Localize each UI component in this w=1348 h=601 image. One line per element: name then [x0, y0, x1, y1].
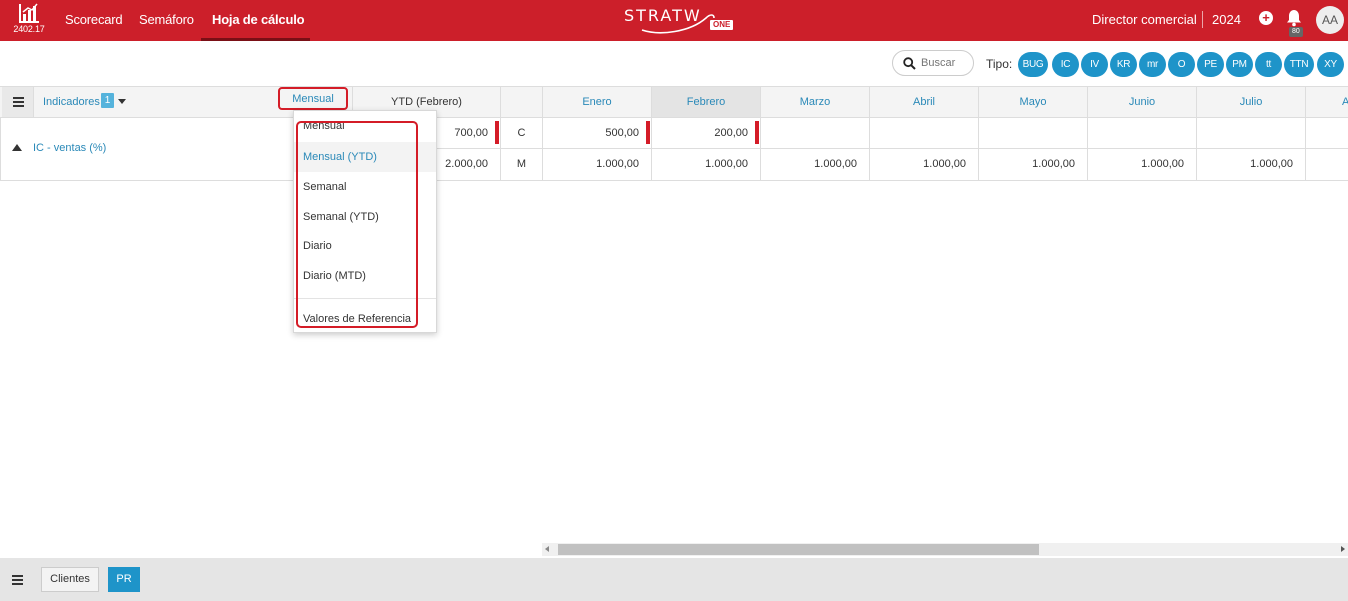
dropdown-item-mensual[interactable]: Mensual — [294, 112, 436, 142]
dropdown-item-diario[interactable]: Diario — [294, 231, 436, 261]
bottom-bar: Clientes PR — [0, 558, 1348, 601]
nav-semaforo[interactable]: Semáforo — [139, 0, 194, 41]
type-chip-xy[interactable]: XY — [1317, 52, 1344, 77]
sheet-tab-pr[interactable]: PR — [108, 567, 140, 592]
cell-julio[interactable] — [1196, 118, 1305, 149]
plus-circle-icon[interactable]: + — [1259, 11, 1273, 25]
brand-one-badge: ONE — [710, 20, 734, 30]
brand-swoosh-icon — [641, 14, 715, 34]
type-chip-ttn[interactable]: TTN — [1284, 52, 1314, 77]
year-selector[interactable]: 2024 — [1212, 12, 1241, 27]
cell-code: M — [500, 149, 542, 180]
dropdown-item-semanal[interactable]: Semanal — [294, 172, 436, 202]
nav-hoja-de-calculo[interactable]: Hoja de cálculo — [201, 0, 310, 41]
cell-abril[interactable] — [869, 118, 978, 149]
nav-scorecard[interactable]: Scorecard — [65, 0, 123, 41]
status-flag — [755, 121, 759, 144]
type-chip-pm[interactable]: PM — [1226, 52, 1253, 77]
dropdown-item-diario-mtd[interactable]: Diario (MTD) — [294, 261, 436, 291]
app-version: 2402.17 — [13, 24, 45, 34]
col-head-code — [500, 87, 542, 117]
search-input[interactable] — [921, 55, 969, 71]
col-head-julio[interactable]: Julio — [1196, 87, 1305, 117]
user-role[interactable]: Director comercial — [1092, 12, 1197, 27]
dropdown-separator — [294, 298, 436, 299]
top-bar: 2402.17 Scorecard Semáforo Hoja de cálcu… — [0, 0, 1348, 41]
period-selector[interactable]: Mensual — [278, 87, 348, 110]
col-head-abril[interactable]: Abril — [869, 87, 978, 117]
user-avatar[interactable]: AA — [1316, 6, 1344, 34]
dropdown-item-valores-de-referencia[interactable]: Valores de Referencia — [294, 304, 436, 334]
scroll-left-arrow-icon[interactable] — [545, 546, 549, 552]
type-chip-tt[interactable]: tt — [1255, 52, 1282, 77]
type-chip-pe[interactable]: PE — [1197, 52, 1224, 77]
sheet-tab-clientes[interactable]: Clientes — [41, 567, 99, 592]
scrollbar-thumb[interactable] — [558, 544, 1039, 555]
col-head-enero[interactable]: Enero — [542, 87, 651, 117]
grid-left-border — [0, 118, 1, 180]
status-flag — [646, 121, 650, 144]
dropdown-item-mensual-ytd[interactable]: Mensual (YTD) — [294, 142, 436, 172]
cell-code: C — [500, 118, 542, 149]
cell-junio[interactable]: 1.000,00 — [1087, 149, 1196, 180]
header-divider — [1202, 11, 1203, 28]
cell-junio[interactable] — [1087, 118, 1196, 149]
cell-agosto[interactable] — [1305, 149, 1348, 180]
search-box[interactable] — [892, 50, 974, 76]
status-flag — [495, 121, 499, 144]
col-head-junio[interactable]: Junio — [1087, 87, 1196, 117]
cell-marzo[interactable]: 1.000,00 — [760, 149, 869, 180]
scroll-right-arrow-icon[interactable] — [1341, 546, 1345, 552]
cell-abril[interactable]: 1.000,00 — [869, 149, 978, 180]
bell-icon[interactable] — [1286, 9, 1302, 27]
type-chip-o[interactable]: O — [1168, 52, 1195, 77]
cell-marzo[interactable] — [760, 118, 869, 149]
cell-enero[interactable]: 500,00 — [542, 118, 651, 149]
grid-menu-button[interactable] — [2, 87, 34, 117]
period-dropdown-menu: Mensual Mensual (YTD) Semanal Semanal (Y… — [293, 110, 437, 333]
search-icon — [903, 57, 916, 70]
horizontal-scrollbar[interactable] — [542, 543, 1348, 556]
tipo-label: Tipo: — [986, 57, 1013, 71]
cell-julio[interactable]: 1.000,00 — [1196, 149, 1305, 180]
caret-down-icon[interactable] — [118, 99, 126, 104]
cell-febrero[interactable]: 1.000,00 — [651, 149, 760, 180]
indicators-count-badge: 1 — [101, 93, 114, 108]
type-chip-bug[interactable]: BUG — [1018, 52, 1048, 77]
cell-enero[interactable]: 1.000,00 — [542, 149, 651, 180]
col-head-marzo[interactable]: Marzo — [760, 87, 869, 117]
row-separator — [0, 180, 1348, 181]
bar-chart-icon — [19, 3, 39, 23]
col-head-mayo[interactable]: Mayo — [978, 87, 1087, 117]
indicator-name[interactable]: IC - ventas (%) — [33, 142, 106, 154]
type-chip-mr[interactable]: mr — [1139, 52, 1166, 77]
bottom-menu-icon[interactable] — [12, 575, 23, 587]
dropdown-item-semanal-ytd[interactable]: Semanal (YTD) — [294, 202, 436, 232]
type-chip-iv[interactable]: IV — [1081, 52, 1108, 77]
cell-mayo[interactable]: 1.000,00 — [978, 149, 1087, 180]
cell-febrero[interactable]: 200,00 — [651, 118, 760, 149]
cell-agosto[interactable] — [1305, 118, 1348, 149]
indicators-label[interactable]: Indicadores — [43, 96, 100, 108]
cell-mayo[interactable] — [978, 118, 1087, 149]
app-logo[interactable]: 2402.17 — [12, 3, 46, 37]
notification-count-badge: 80 — [1289, 27, 1303, 37]
col-head-febrero[interactable]: Febrero — [651, 87, 760, 117]
collapse-triangle-icon[interactable] — [12, 144, 22, 151]
type-chip-kr[interactable]: KR — [1110, 52, 1137, 77]
type-chip-ic[interactable]: IC — [1052, 52, 1079, 77]
col-head-agosto[interactable]: A — [1305, 87, 1348, 117]
